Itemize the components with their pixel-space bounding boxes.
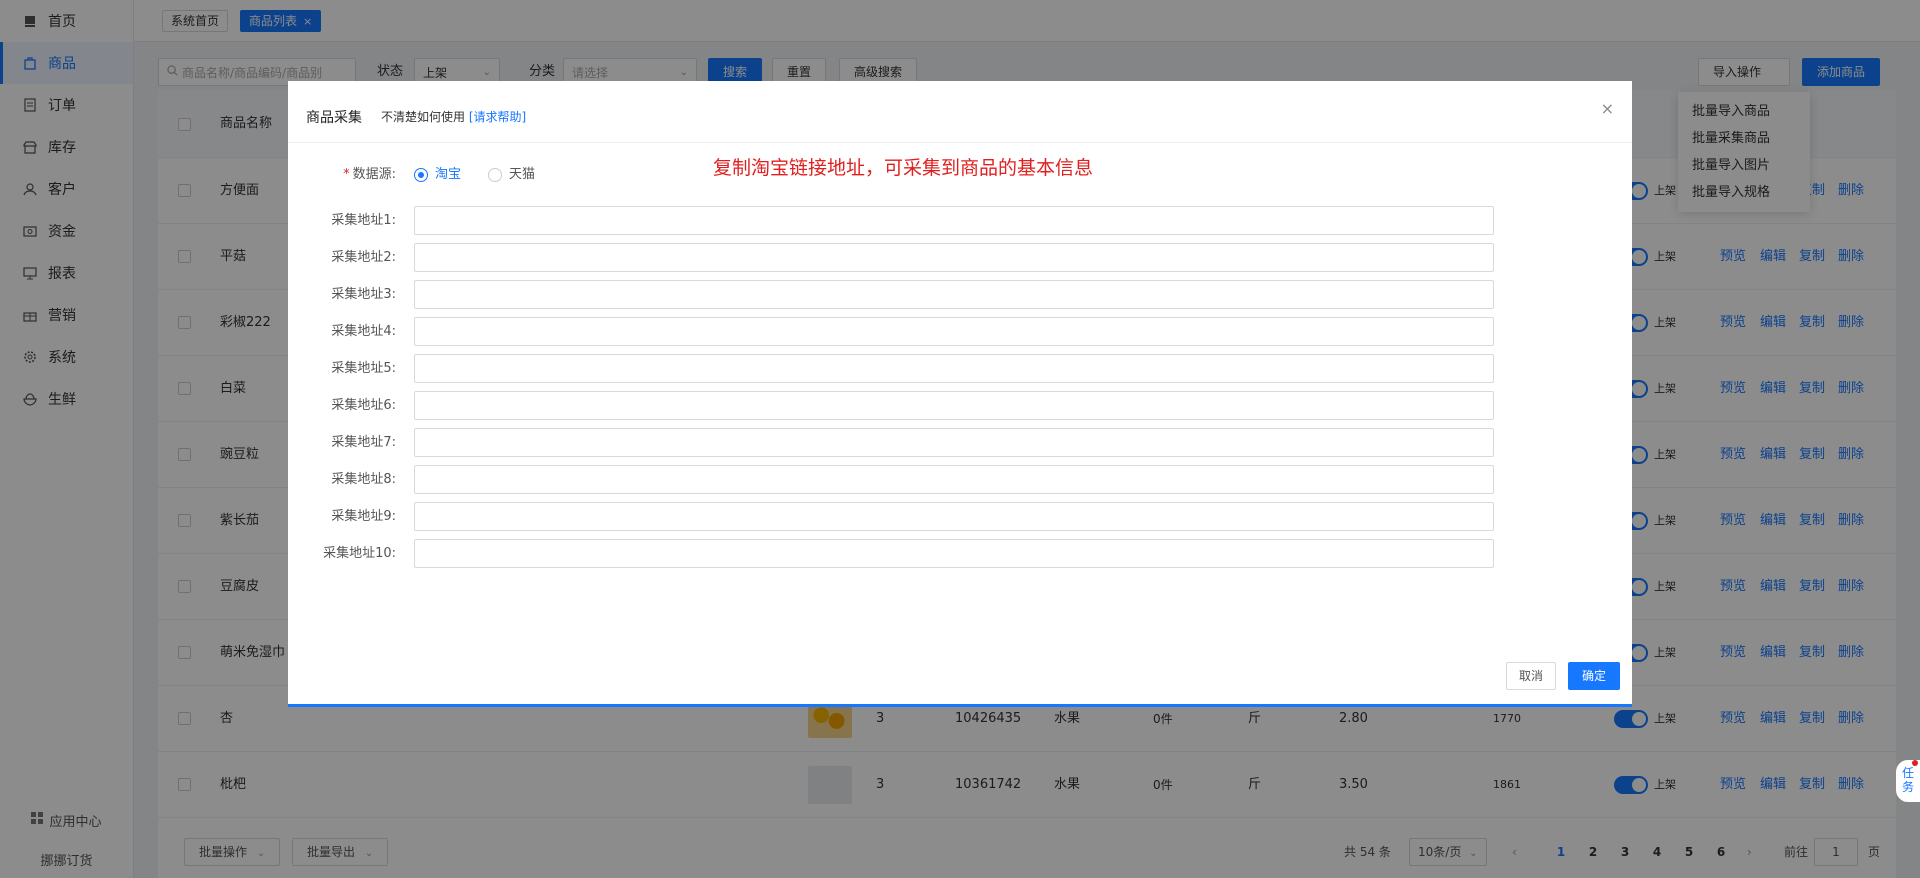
source-label-text: 数据源: <box>352 167 396 182</box>
collect-url-input[interactable] <box>414 391 1494 420</box>
task-float-button[interactable]: 任务 <box>1896 760 1920 802</box>
collect-url-input[interactable] <box>414 539 1494 568</box>
dialog-header: 商品采集 不清楚如何使用 [请求帮助] × <box>288 81 1632 143</box>
collect-url-label: 采集地址2: <box>331 250 396 265</box>
collect-url-row: 采集地址5: <box>288 354 1632 384</box>
collect-url-input[interactable] <box>414 354 1494 383</box>
cancel-button[interactable]: 取消 <box>1506 662 1557 690</box>
collect-url-row: 采集地址2: <box>288 243 1632 273</box>
help-link[interactable]: [请求帮助] <box>469 110 526 124</box>
radio-taobao-label[interactable]: 淘宝 <box>435 160 461 190</box>
collect-url-label: 采集地址1: <box>331 213 396 228</box>
collect-url-input[interactable] <box>414 243 1494 272</box>
collect-url-row: 采集地址9: <box>288 502 1632 532</box>
collect-url-label: 采集地址8: <box>331 472 396 487</box>
radio-tmall[interactable] <box>488 168 502 182</box>
source-label: * 数据源: <box>288 160 396 190</box>
collect-url-row: 采集地址6: <box>288 391 1632 421</box>
collect-url-input[interactable] <box>414 428 1494 457</box>
collect-url-input[interactable] <box>414 206 1494 235</box>
collect-url-row: 采集地址1: <box>288 206 1632 236</box>
collect-url-label: 采集地址9: <box>331 509 396 524</box>
notification-dot <box>1912 760 1918 766</box>
confirm-button[interactable]: 确定 <box>1568 662 1620 690</box>
dialog-title: 商品采集 <box>306 110 362 126</box>
collect-url-label: 采集地址7: <box>331 435 396 450</box>
close-icon[interactable]: × <box>1601 99 1614 118</box>
collect-url-input[interactable] <box>414 465 1494 494</box>
collect-url-input[interactable] <box>414 502 1494 531</box>
dialog-help: 不清楚如何使用 [请求帮助] <box>381 108 526 125</box>
collect-url-row: 采集地址7: <box>288 428 1632 458</box>
required-mark: * <box>343 167 350 182</box>
radio-taobao[interactable] <box>414 168 428 182</box>
collect-url-label: 采集地址5: <box>331 361 396 376</box>
source-row: * 数据源: 淘宝 天猫 <box>288 160 1632 190</box>
collect-url-input[interactable] <box>414 280 1494 309</box>
radio-tmall-label[interactable]: 天猫 <box>509 160 535 190</box>
product-collect-dialog: 商品采集 不清楚如何使用 [请求帮助] × 复制淘宝链接地址，可采集到商品的基本… <box>288 81 1632 707</box>
collect-url-label: 采集地址6: <box>331 398 396 413</box>
collect-url-row: 采集地址4: <box>288 317 1632 347</box>
help-text: 不清楚如何使用 <box>381 110 466 124</box>
collect-url-input[interactable] <box>414 317 1494 346</box>
collect-url-row: 采集地址10: <box>288 539 1632 569</box>
task-label: 任务 <box>1902 766 1915 794</box>
collect-url-label: 采集地址10: <box>323 546 396 561</box>
collect-url-label: 采集地址3: <box>331 287 396 302</box>
collect-url-row: 采集地址3: <box>288 280 1632 310</box>
collect-url-row: 采集地址8: <box>288 465 1632 495</box>
collect-url-label: 采集地址4: <box>331 324 396 339</box>
